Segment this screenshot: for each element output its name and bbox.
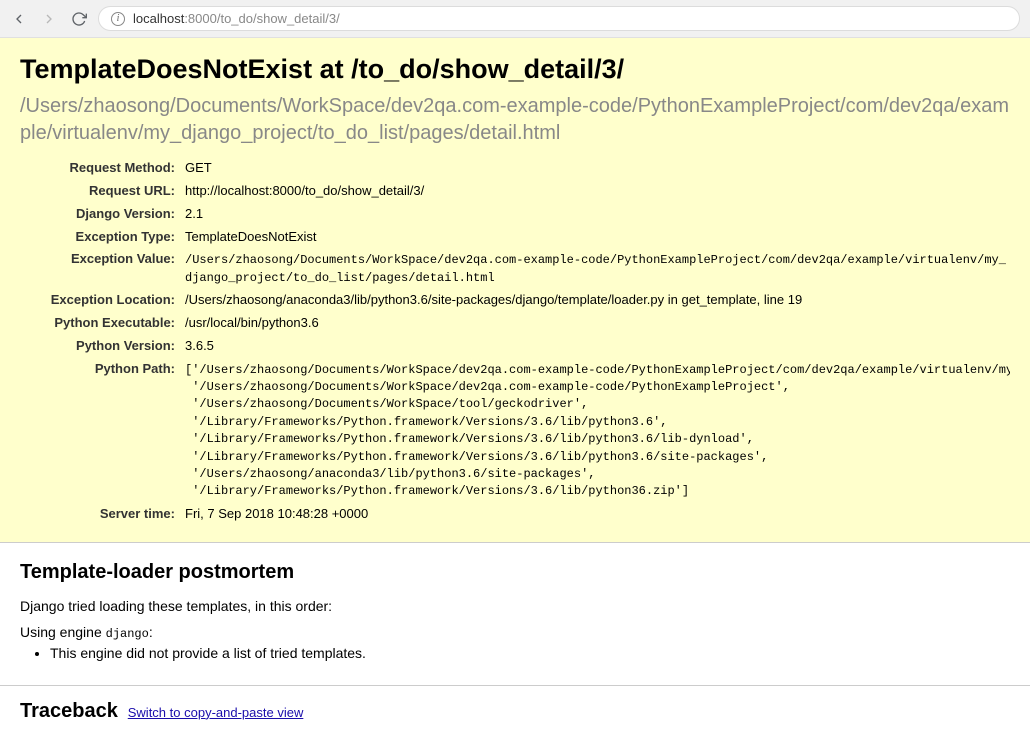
browser-toolbar: i localhost:8000/to_do/show_detail/3/ (0, 0, 1030, 38)
traceback-heading: Traceback (20, 700, 118, 722)
postmortem-item: This engine did not provide a list of tr… (50, 645, 1010, 661)
row-python-executable: Python Executable: /usr/local/bin/python… (20, 314, 1010, 333)
url-path: :8000/to_do/show_detail/3/ (184, 11, 339, 26)
label-exception-value: Exception Value: (20, 250, 185, 269)
row-django-version: Django Version: 2.1 (20, 205, 1010, 224)
row-request-url: Request URL: http://localhost:8000/to_do… (20, 182, 1010, 201)
value-python-executable: /usr/local/bin/python3.6 (185, 314, 1010, 333)
row-exception-location: Exception Location: /Users/zhaosong/anac… (20, 291, 1010, 310)
row-exception-value: Exception Value: /Users/zhaosong/Documen… (20, 250, 1010, 287)
postmortem-intro: Django tried loading these templates, in… (20, 598, 1010, 614)
template-loader-postmortem: Template-loader postmortem Django tried … (0, 543, 1030, 686)
label-request-method: Request Method: (20, 159, 185, 178)
value-request-method: GET (185, 159, 1010, 178)
url-host: localhost (133, 11, 184, 26)
forward-button[interactable] (40, 10, 58, 28)
row-exception-type: Exception Type: TemplateDoesNotExist (20, 228, 1010, 247)
label-python-executable: Python Executable: (20, 314, 185, 333)
engine-prefix: Using engine (20, 624, 106, 640)
switch-view-link[interactable]: Switch to copy-and-paste view (128, 705, 304, 720)
label-exception-location: Exception Location: (20, 291, 185, 310)
error-subtitle: /Users/zhaosong/Documents/WorkSpace/dev2… (20, 93, 1010, 147)
label-exception-type: Exception Type: (20, 228, 185, 247)
url-text: localhost:8000/to_do/show_detail/3/ (133, 11, 340, 26)
engine-suffix: : (149, 624, 153, 640)
value-server-time: Fri, 7 Sep 2018 10:48:28 +0000 (185, 505, 1010, 524)
label-python-version: Python Version: (20, 337, 185, 356)
error-title: TemplateDoesNotExist at /to_do/show_deta… (20, 54, 1010, 85)
traceback-section: Traceback Switch to copy-and-paste view (0, 686, 1030, 734)
label-request-url: Request URL: (20, 182, 185, 201)
site-info-icon[interactable]: i (111, 12, 125, 26)
reload-button[interactable] (70, 10, 88, 28)
row-python-version: Python Version: 3.6.5 (20, 337, 1010, 356)
value-exception-value: /Users/zhaosong/Documents/WorkSpace/dev2… (185, 252, 1010, 287)
back-button[interactable] (10, 10, 28, 28)
address-bar[interactable]: i localhost:8000/to_do/show_detail/3/ (98, 6, 1020, 31)
row-server-time: Server time: Fri, 7 Sep 2018 10:48:28 +0… (20, 505, 1010, 524)
label-django-version: Django Version: (20, 205, 185, 224)
postmortem-engine-line: Using engine django: (20, 624, 1010, 641)
error-summary: TemplateDoesNotExist at /to_do/show_deta… (0, 38, 1030, 543)
postmortem-heading: Template-loader postmortem (20, 561, 1010, 584)
value-python-version: 3.6.5 (185, 337, 1010, 356)
value-request-url: http://localhost:8000/to_do/show_detail/… (185, 182, 1010, 201)
value-exception-location: /Users/zhaosong/anaconda3/lib/python3.6/… (185, 291, 1010, 310)
postmortem-list: This engine did not provide a list of tr… (20, 645, 1010, 661)
label-server-time: Server time: (20, 505, 185, 524)
row-python-path: Python Path: ['/Users/zhaosong/Documents… (20, 360, 1010, 501)
engine-name: django (106, 627, 149, 641)
value-django-version: 2.1 (185, 205, 1010, 224)
label-python-path: Python Path: (20, 360, 185, 379)
nav-buttons (10, 10, 88, 28)
row-request-method: Request Method: GET (20, 159, 1010, 178)
value-exception-type: TemplateDoesNotExist (185, 228, 1010, 247)
value-python-path: ['/Users/zhaosong/Documents/WorkSpace/de… (185, 362, 1010, 501)
